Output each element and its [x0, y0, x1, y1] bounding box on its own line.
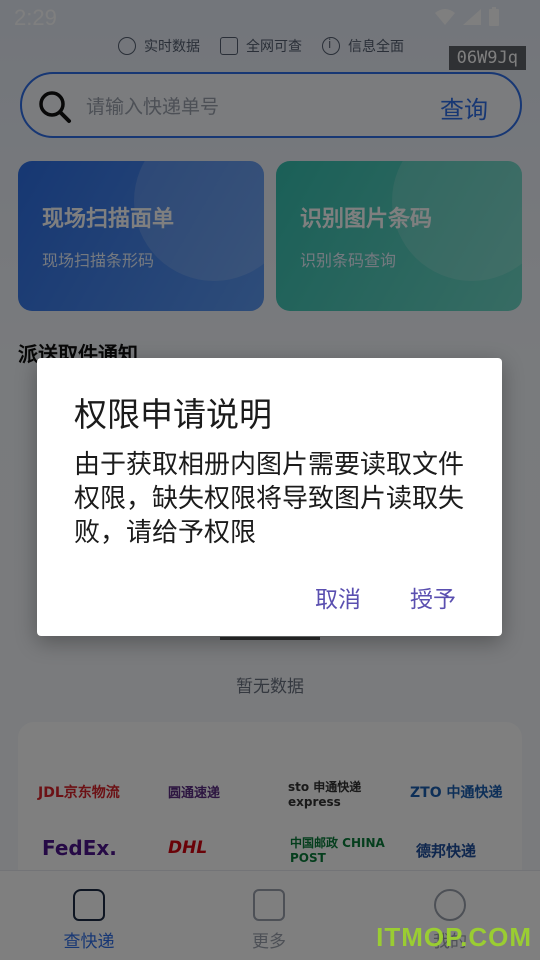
- permission-dialog: 权限申请说明 由于获取相册内图片需要读取文件权限，缺失权限将导致图片读取失败，请…: [37, 358, 502, 636]
- grant-button[interactable]: 授予: [410, 580, 456, 614]
- dialog-message: 由于获取相册内图片需要读取文件权限，缺失权限将导致图片读取失败，请给予权限: [74, 450, 465, 548]
- dialog-title: 权限申请说明: [74, 395, 272, 434]
- site-watermark: ITMOP.COM: [376, 922, 532, 952]
- cancel-button[interactable]: 取消: [315, 580, 361, 614]
